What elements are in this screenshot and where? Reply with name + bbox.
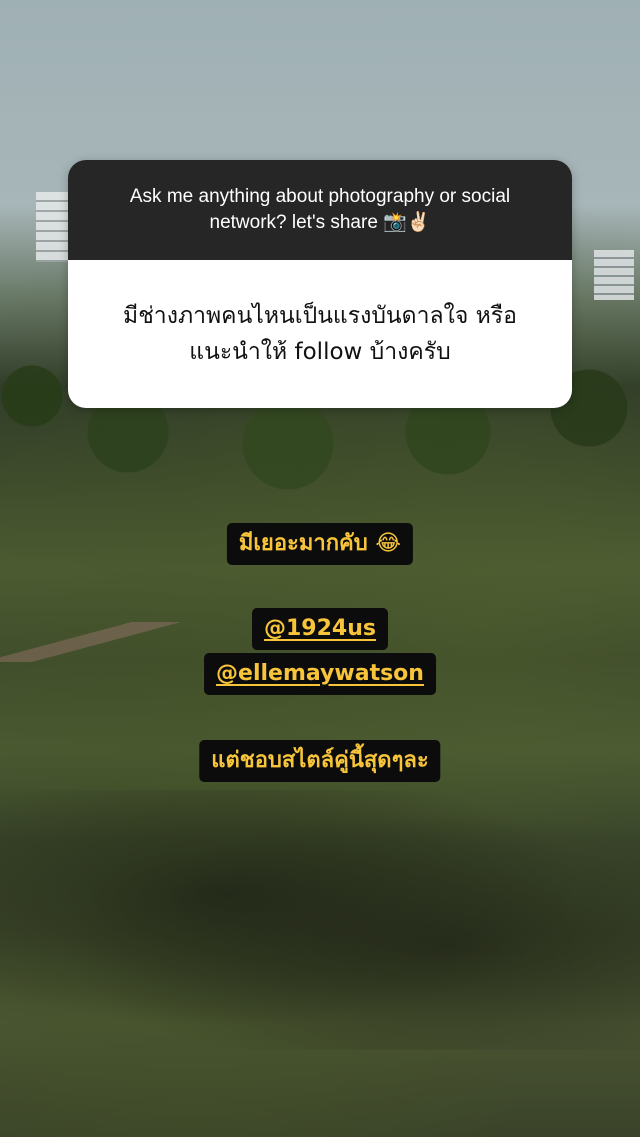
question-sticker-header: Ask me anything about photography or soc…	[68, 160, 572, 260]
mention-ellemaywatson[interactable]: @ellemaywatson	[204, 653, 436, 695]
question-sticker[interactable]: Ask me anything about photography or soc…	[68, 160, 572, 408]
background-path	[0, 622, 180, 662]
background-building-left	[36, 192, 72, 262]
question-prompt: Ask me anything about photography or soc…	[129, 186, 511, 233]
background-building-right	[594, 250, 634, 300]
question-text: มีช่างภาพคนไหนเป็นแรงบันดาลใจ หรือแนะนำใ…	[123, 303, 517, 365]
answer-text-2: แต่ชอบสไตล์คู่นี้สุดๆละ	[199, 740, 441, 782]
answer-text-1: มีเยอะมากคับ 😂	[226, 523, 414, 565]
question-sticker-body: มีช่างภาพคนไหนเป็นแรงบันดาลใจ หรือแนะนำใ…	[68, 260, 572, 408]
mention-1924us[interactable]: @1924us	[252, 608, 388, 650]
background-creek	[0, 790, 640, 1050]
